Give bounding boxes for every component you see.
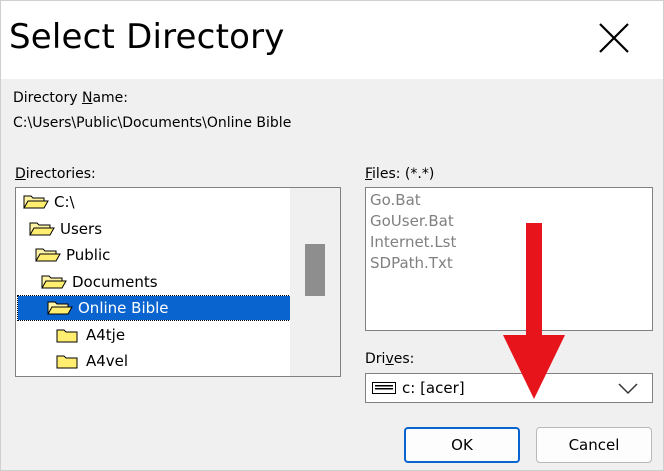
title-bar: Select Directory — [1, 1, 663, 79]
directories-scrollbar[interactable] — [290, 188, 340, 376]
folder-icon — [56, 355, 78, 369]
directory-item-label: Users — [60, 219, 103, 238]
files-label: Files: (*.*) — [365, 166, 435, 182]
directory-item[interactable]: Users — [28, 217, 102, 241]
close-button[interactable] — [585, 11, 645, 67]
open-folder-icon — [23, 195, 49, 209]
directory-item[interactable]: C:\ — [22, 190, 75, 214]
directory-item-label: Documents — [72, 272, 158, 291]
open-folder-icon — [35, 248, 61, 262]
directory-item-label: Public — [66, 246, 111, 264]
close-icon — [599, 23, 629, 53]
file-item[interactable]: Internet.Lst — [370, 233, 456, 251]
directory-name-value: C:\Users\Public\Documents\Online Bible — [13, 115, 292, 131]
ok-button[interactable]: OK — [404, 427, 520, 463]
open-folder-icon — [41, 275, 67, 288]
directory-item-label: A4tje — [86, 325, 126, 344]
directory-name-label: Directory Name: — [13, 90, 129, 106]
open-folder-icon — [47, 301, 73, 315]
drive-selected-value: c: [acer] — [402, 379, 465, 397]
chevron-down-icon[interactable] — [618, 383, 638, 395]
files-list[interactable]: Go.Bat GoUser.Bat Internet.Lst SDPath.Tx… — [365, 187, 653, 331]
cancel-button[interactable]: Cancel — [536, 427, 652, 463]
directory-item-label: Online Bible — [78, 299, 169, 317]
file-item[interactable]: GoUser.Bat — [370, 212, 454, 230]
directories-list[interactable]: C:\ Users Public Documents Online Bible A4tje… — [15, 187, 341, 377]
drive-icon — [372, 382, 396, 394]
open-folder-icon — [29, 222, 55, 235]
directory-item-label: A4vel — [86, 352, 129, 370]
dialog-title: Select Directory — [9, 17, 285, 57]
drives-label: Drives: — [365, 351, 415, 367]
folder-icon — [56, 329, 78, 342]
drives-select[interactable]: c: [acer] — [365, 373, 653, 403]
directory-item[interactable]: A4vel — [54, 349, 128, 373]
directory-item[interactable]: Documents — [40, 270, 158, 294]
file-item[interactable]: SDPath.Txt — [370, 254, 453, 272]
directory-item[interactable]: A4tje — [54, 323, 125, 347]
directories-label: Directories: — [15, 166, 96, 182]
directory-item[interactable]: Online Bible — [17, 295, 291, 321]
directory-item-label: C:\ — [54, 193, 75, 211]
select-directory-dialog: Select Directory Directory Name: C:\User… — [0, 0, 664, 471]
file-item[interactable]: Go.Bat — [370, 191, 421, 209]
scroll-thumb[interactable] — [305, 244, 325, 296]
directory-item[interactable]: Public — [34, 243, 110, 267]
